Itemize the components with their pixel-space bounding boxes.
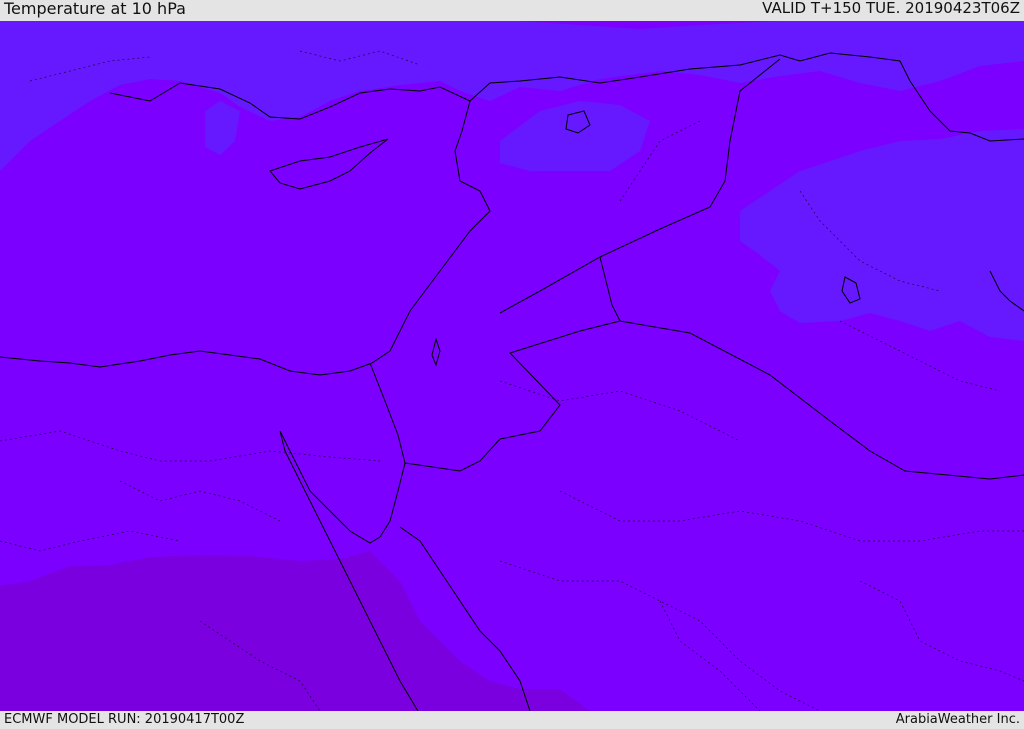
warm-spot (4, 647, 24, 665)
credit-label: ArabiaWeather Inc. (895, 712, 1020, 727)
header-bar: Temperature at 10 hPa VALID T+150 TUE. 2… (0, 0, 1024, 21)
valid-time-label: VALID T+150 TUE. 20190423T06Z (762, 0, 1020, 17)
forecast-map-panel: Temperature at 10 hPa VALID T+150 TUE. 2… (0, 0, 1024, 729)
model-run-label: ECMWF MODEL RUN: 20190417T00Z (4, 712, 245, 727)
map-title: Temperature at 10 hPa (4, 0, 186, 18)
temperature-map (0, 21, 1024, 711)
footer-bar: ECMWF MODEL RUN: 20190417T00Z ArabiaWeat… (0, 711, 1024, 729)
